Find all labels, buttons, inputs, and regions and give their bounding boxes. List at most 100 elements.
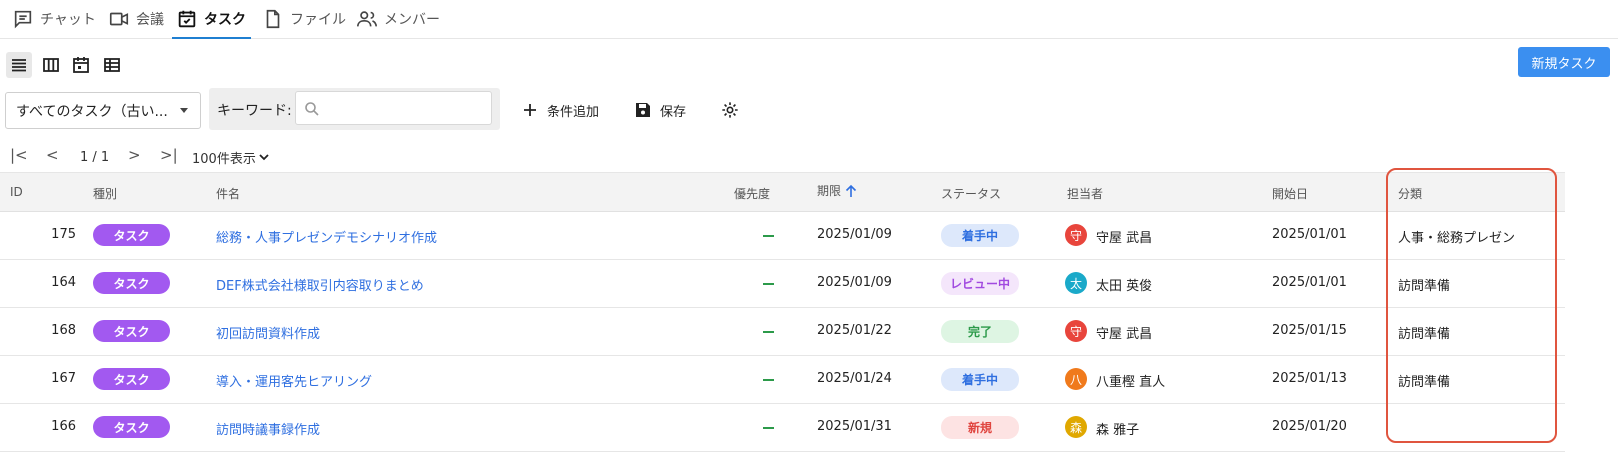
col-start[interactable]: 開始日 (1272, 185, 1308, 202)
saved-filter-select[interactable]: すべてのタスク（古い... (5, 92, 201, 129)
start-date: 2025/01/15 (1272, 323, 1347, 338)
priority-dash-icon (763, 331, 774, 333)
row-id: 167 (51, 371, 76, 386)
task-subject-link[interactable]: 導入・運用客先ヒアリング (216, 371, 372, 390)
due-date: 2025/01/22 (817, 323, 892, 338)
keyword-label: キーワード: (217, 103, 292, 119)
due-date: 2025/01/31 (817, 419, 892, 434)
chevron-down-icon (259, 154, 269, 161)
priority-dash-icon (763, 235, 774, 237)
row-id: 164 (51, 275, 76, 290)
table-row[interactable]: 175 タスク 総務・人事プレゼンデモシナリオ作成 2025/01/09 着手中… (0, 212, 1565, 260)
chat-icon (14, 10, 32, 29)
priority-dash-icon (763, 283, 774, 285)
tab-chat-label: チャット (40, 12, 96, 28)
keyword-filter: キーワード: (209, 88, 500, 130)
avatar: 太 (1065, 272, 1087, 294)
list-view-button[interactable] (6, 52, 32, 78)
next-page-icon[interactable]: > (128, 146, 141, 164)
priority-dash-icon (763, 379, 774, 381)
assignee-name: 太田 英俊 (1096, 279, 1153, 294)
type-badge: タスク (93, 368, 170, 390)
first-page-icon[interactable]: |< (10, 146, 28, 164)
col-id[interactable]: ID (10, 185, 23, 199)
due-date: 2025/01/09 (817, 227, 892, 242)
col-due[interactable]: 期限 (817, 182, 857, 199)
row-id: 166 (51, 419, 76, 434)
status-badge: 完了 (941, 320, 1019, 343)
last-page-icon[interactable]: >| (160, 146, 178, 164)
type-badge: タスク (93, 224, 170, 246)
table-view-button[interactable] (99, 52, 125, 78)
calendar-check-icon (178, 10, 196, 28)
settings-button[interactable] (721, 98, 739, 122)
assignee-name: 守屋 武昌 (1096, 231, 1153, 246)
tab-task[interactable]: タスク (172, 0, 251, 39)
row-id: 175 (51, 227, 76, 242)
add-condition-label: 条件追加 (547, 104, 600, 120)
type-badge: タスク (93, 320, 170, 342)
avatar: 守 (1065, 224, 1087, 246)
col-type[interactable]: 種別 (93, 185, 117, 202)
start-date: 2025/01/01 (1272, 227, 1347, 242)
save-button[interactable]: 保存 (634, 98, 686, 122)
tab-chat[interactable]: チャット (12, 0, 96, 38)
due-date: 2025/01/24 (817, 371, 892, 386)
saved-filter-value: すべてのタスク（古い... (16, 103, 168, 120)
table-row[interactable]: 167 タスク 導入・運用客先ヒアリング 2025/01/24 着手中 八 八重… (0, 356, 1565, 404)
plus-icon (524, 104, 536, 116)
task-subject-link[interactable]: DEF株式会社様取引内容取りまとめ (216, 275, 424, 294)
tab-members-label: メンバー (384, 12, 440, 28)
columns-icon (43, 58, 59, 72)
status-badge: レビュー中 (941, 272, 1019, 295)
search-icon (305, 102, 319, 116)
avatar: 八 (1065, 368, 1087, 390)
col-priority[interactable]: 優先度 (734, 185, 770, 202)
page-size-label: 100件表示 (192, 151, 256, 167)
video-camera-icon (109, 12, 129, 26)
add-condition-button[interactable]: 条件追加 (521, 98, 599, 122)
file-icon (266, 9, 280, 29)
calendar-icon (73, 57, 89, 73)
tab-task-label: タスク (204, 12, 246, 28)
table-row[interactable]: 164 タスク DEF株式会社様取引内容取りまとめ 2025/01/09 レビュ… (0, 260, 1565, 308)
col-status[interactable]: ステータス (941, 185, 1001, 202)
gear-icon (722, 102, 738, 118)
col-assignee[interactable]: 担当者 (1067, 185, 1103, 202)
table-row[interactable]: 168 タスク 初回訪問資料作成 2025/01/22 完了 守 守屋 武昌 2… (0, 308, 1565, 356)
people-icon (357, 11, 377, 27)
priority-dash-icon (763, 427, 774, 429)
save-icon (636, 103, 650, 117)
list-icon (12, 59, 26, 72)
status-badge: 着手中 (941, 224, 1019, 247)
col-due-label: 期限 (817, 184, 842, 198)
table-row[interactable]: 166 タスク 訪問時議事録作成 2025/01/31 新規 森 森 雅子 20… (0, 404, 1565, 452)
calendar-view-button[interactable] (68, 52, 94, 78)
type-badge: タスク (93, 272, 170, 294)
prev-page-icon[interactable]: < (46, 146, 59, 164)
task-subject-link[interactable]: 初回訪問資料作成 (216, 323, 320, 342)
status-badge: 新規 (941, 416, 1019, 439)
top-tab-bar: チャット 会議 タスク ファイル メンバー (0, 0, 1618, 39)
tab-members[interactable]: メンバー (356, 0, 440, 38)
type-badge: タスク (93, 416, 170, 438)
assignee-name: 八重樫 直人 (1096, 375, 1166, 390)
tab-meeting-label: 会議 (136, 12, 164, 28)
task-subject-link[interactable]: 総務・人事プレゼンデモシナリオ作成 (216, 227, 437, 246)
col-subject[interactable]: 件名 (216, 185, 240, 202)
table-icon (104, 58, 120, 72)
tab-files-label: ファイル (290, 12, 346, 28)
keyword-input[interactable] (295, 91, 492, 125)
page-size-select[interactable]: 100件表示 (192, 147, 269, 167)
task-subject-link[interactable]: 訪問時議事録作成 (216, 419, 320, 438)
start-date: 2025/01/01 (1272, 275, 1347, 290)
board-view-button[interactable] (38, 52, 64, 78)
assignee-name: 守屋 武昌 (1096, 327, 1153, 342)
start-date: 2025/01/20 (1272, 419, 1347, 434)
new-task-button[interactable]: 新規タスク (1518, 47, 1610, 77)
tab-files[interactable]: ファイル (262, 0, 346, 38)
tab-meeting[interactable]: 会議 (108, 0, 164, 38)
start-date: 2025/01/13 (1272, 371, 1347, 386)
avatar: 森 (1065, 416, 1087, 438)
table-header: ID 種別 件名 優先度 期限 ステータス 担当者 開始日 分類 (0, 172, 1565, 212)
